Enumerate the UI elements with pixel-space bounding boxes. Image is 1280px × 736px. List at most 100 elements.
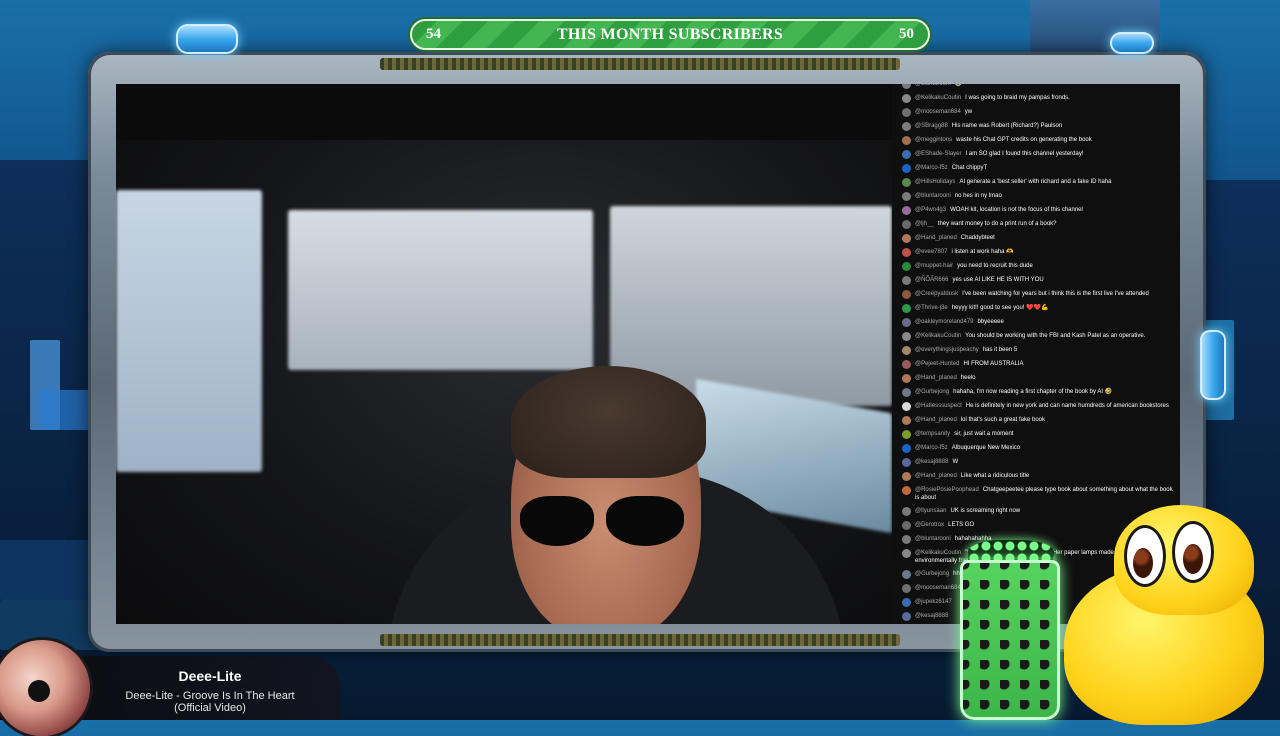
subscriber-count-left: 54 [426, 26, 441, 42]
chat-username: @HillsHolidays [915, 179, 956, 185]
chat-username: @bluntarooni [915, 193, 951, 199]
chat-avatar [902, 262, 911, 271]
chat-message: @Thrive-j3e heyyy kit!! good to see you! … [902, 304, 1180, 313]
chat-username: @KelikakuCoutin [915, 333, 962, 339]
chat-avatar [902, 150, 911, 159]
chat-message-body: @bluntarooni 🤣 [915, 84, 962, 88]
chat-message-body: @HillsHolidays AI generate a 'best seller… [915, 178, 1111, 186]
chat-avatar [902, 584, 911, 593]
chat-avatar [902, 122, 911, 131]
chat-message: @muppet-hair you need to recruit this dud… [902, 262, 1180, 271]
chat-message-body: @mooseman684 [915, 584, 965, 592]
chat-avatar [902, 136, 911, 145]
chat-message: @ljh__ they want money to do a print run … [902, 220, 1180, 229]
frame-bottom-strip [380, 634, 900, 646]
chat-message-body: @Marco-f5z Albuquerque New Mexico [915, 444, 1020, 452]
chat-message-body: @Hand_planed heelo [915, 374, 975, 382]
chat-username: @Hand_planed [915, 417, 957, 423]
chat-username: @everythingsjuspeachy [915, 347, 979, 353]
chat-username: @Gurbejong [915, 389, 950, 395]
chat-message: @Marco-f5z Albuquerque New Mexico [902, 444, 1180, 453]
chat-text: waste his Chat GPT credits on generating… [956, 137, 1092, 143]
chat-username: @ÑÕÃR666 [915, 277, 949, 283]
mascot-eye-left [1124, 525, 1166, 587]
now-playing-title: Deee-Lite - Groove Is In The Heart (Offi… [125, 690, 295, 714]
chat-avatar [902, 318, 911, 327]
subscriber-goal-bar: 54 THIS MONTH SUBSCRIBERS 50 [410, 19, 930, 50]
chat-avatar [902, 276, 911, 285]
chat-text: heyyy kit!! good to see you! ❤️❤️💪 [951, 305, 1049, 311]
chat-avatar [902, 220, 911, 229]
chat-username: @Marco-f5z [915, 165, 948, 171]
chat-text: Albuquerque New Mexico [951, 445, 1021, 451]
chat-message-body: @Hand_planed lol that's such a great fake… [915, 416, 1045, 424]
chat-message: @meggintons waste his Chat GPT credits on… [902, 136, 1180, 145]
chat-avatar [902, 374, 911, 383]
video-scene [116, 140, 892, 624]
chat-message: @Hand_planed Like what a ridiculous title [902, 472, 1180, 481]
chat-text: W [952, 459, 959, 465]
chat-message: @Marco-f5z Chat chippyT [902, 164, 1180, 173]
chat-username: @KelikakuCoutin [915, 95, 962, 101]
chat-message-body: @mooseman684 yw [915, 108, 972, 116]
chat-message: @oakleymoreland479 bbyeeeee [902, 318, 1180, 327]
chat-username: @Gurbejong [915, 571, 950, 577]
bg-monitor-left [116, 190, 262, 472]
chat-text: I was going to braid my pampas fronds. [965, 95, 1070, 101]
chat-message: @HillsHolidays AI generate a 'best seller… [902, 178, 1180, 187]
chat-username: @Hand_planed [915, 375, 957, 381]
chat-message-body: @KelikakuCoutin You should be working wit… [915, 332, 1145, 340]
chat-message: @bluntarooni 🤣 [902, 84, 1180, 89]
chat-text: His name was Robert (Richard?) Paulson [951, 123, 1063, 129]
tip-cup-icon [960, 560, 1060, 720]
chat-username: @ljh__ [915, 221, 934, 227]
chat-text: heelo [960, 375, 976, 381]
chat-message-body: @SBragg88 His name was Robert (Richard?) … [915, 122, 1062, 130]
chat-message-body: @P4wn4g3 WOAH kit, location is not the fo… [915, 206, 1083, 214]
chat-message: @everythingsjuspeachy has it been 5 [902, 346, 1180, 355]
chat-username: @RosiePosiePoophead [915, 487, 979, 493]
chat-message-body: @EShade-Slayer I am SO glad I found this … [915, 150, 1084, 158]
chat-text: yes use AI LIKE HE IS WITH YOU [952, 277, 1044, 283]
chat-avatar [902, 290, 911, 299]
chat-avatar [902, 248, 911, 257]
chat-avatar [902, 332, 911, 341]
chat-text: UK is screaming right now [950, 508, 1021, 514]
chat-username: @Hatlesssuspect [915, 403, 962, 409]
chat-text: sir, just wait a moment [954, 431, 1014, 437]
chat-message: @ÑÕÃR666 yes use AI LIKE HE IS WITH YOU [902, 276, 1180, 285]
chat-message: @EShade-Slayer I am SO glad I found this … [902, 150, 1180, 159]
chat-username: @tempsanity [915, 431, 951, 437]
chat-message-body: @Thrive-j3e heyyy kit!! good to see you! … [915, 304, 1049, 312]
chat-username: @Pejeet-Hunted [915, 361, 960, 367]
chat-username: @SBragg88 [915, 123, 948, 129]
subscriber-goal-title: THIS MONTH SUBSCRIBERS [556, 25, 784, 43]
chat-message: @bluntarooni no hes in ny lmao [902, 192, 1180, 201]
chat-avatar [902, 206, 911, 215]
chat-message-body: @ÑÕÃR666 yes use AI LIKE HE IS WITH YOU [915, 276, 1044, 284]
chat-message: @tempsanity sir, just wait a moment [902, 430, 1180, 439]
chat-text: HI FROM AUSTRALIA [963, 361, 1024, 367]
chat-text: I've been watching for years but i think… [962, 291, 1149, 297]
chat-message: @Hand_planed Chaddybteet [902, 234, 1180, 243]
chat-message-body: @meggintons waste his Chat GPT credits on… [915, 136, 1092, 144]
chat-avatar [902, 458, 911, 467]
chat-message-body: @llyunsaan UK is screaming right now [915, 507, 1020, 515]
chat-username: @Hand_planed [915, 473, 957, 479]
chat-message: @mooseman684 yw [902, 108, 1180, 117]
chat-text: WOAH kit, location is not the focus of t… [950, 207, 1083, 213]
chat-message-body: @everythingsjuspeachy has it been 5 [915, 346, 1017, 354]
chat-message-body: @Hatlesssuspect He is definitely in new y… [915, 402, 1169, 410]
chat-avatar [902, 444, 911, 453]
chat-username: @kesaj8888 [915, 613, 949, 619]
chat-message-body: @evee7807 i listen at work haha 🫶 [915, 248, 1014, 256]
mascot-eye-right [1172, 521, 1214, 583]
chat-message: @SBragg88 His name was Robert (Richard?) … [902, 122, 1180, 131]
chat-message-body: @kesaj8888 W [915, 458, 958, 466]
chat-username: @Hand_planed [915, 235, 957, 241]
chat-avatar [902, 164, 911, 173]
frame-top-strip [380, 58, 900, 70]
chat-text: AI generate a 'best seller' with richard… [959, 179, 1112, 185]
chat-username: @mooseman684 [915, 109, 961, 115]
chat-username: @Derotrox [915, 522, 945, 528]
